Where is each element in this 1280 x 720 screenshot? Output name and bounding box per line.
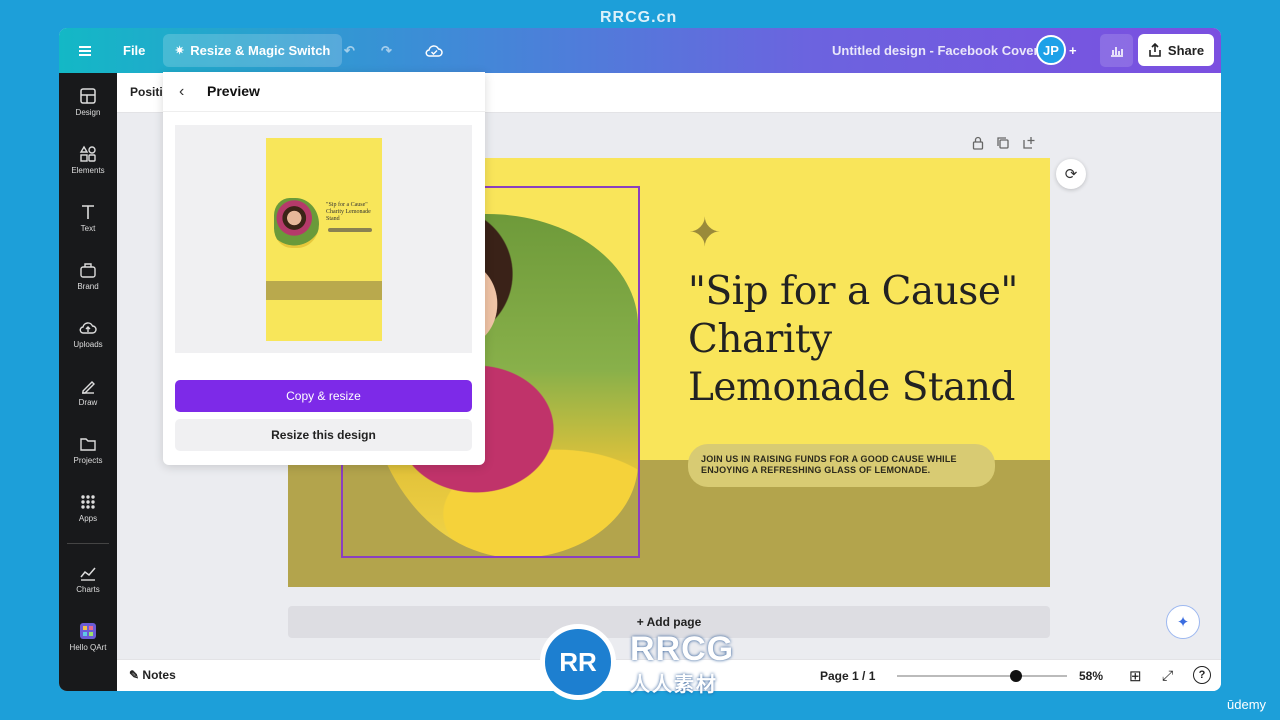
rail-label: Design — [75, 108, 101, 117]
rotate-icon[interactable]: ⟳ — [1056, 159, 1086, 189]
udemy-watermark: ūdemy — [1227, 697, 1267, 712]
thumbnail-headline: "Sip for a Cause" Charity Lemonade Stand — [326, 202, 371, 222]
insights-icon[interactable] — [1100, 34, 1133, 67]
rail-item-draw[interactable]: Draw — [59, 377, 117, 407]
rail-item-brand[interactable]: Brand — [59, 261, 117, 291]
menu-icon[interactable] — [79, 28, 97, 73]
rail-label: Text — [80, 224, 96, 233]
zoom-slider-handle[interactable] — [1010, 670, 1022, 682]
help-icon[interactable]: ? — [1193, 666, 1211, 684]
share-icon — [1149, 43, 1161, 57]
charts-icon — [80, 567, 96, 581]
avatar[interactable]: JP — [1036, 35, 1066, 65]
resize-magic-switch-button[interactable]: ✷ Resize & Magic Switch — [163, 34, 343, 67]
watermark-ring: RR — [540, 624, 616, 700]
top-bar: File ✷ Resize & Magic Switch ↶ ↷ Untitle… — [59, 28, 1221, 73]
copy-resize-button[interactable]: Copy & resize — [175, 380, 472, 412]
page-tools — [972, 136, 1036, 150]
undo-icon[interactable]: ↶ — [344, 28, 355, 73]
brand-icon — [80, 263, 96, 278]
watermark-logo-subtext: 人人素材 — [630, 674, 718, 696]
rail-label: Hello QArt — [69, 643, 107, 652]
watermark-logo-text: RRCG — [630, 630, 735, 668]
canva-window: File ✷ Resize & Magic Switch ↶ ↷ Untitle… — [59, 28, 1221, 691]
rail-label: Charts — [76, 585, 100, 594]
back-icon[interactable]: ‹ — [179, 83, 184, 101]
duplicate-page-icon[interactable] — [996, 136, 1010, 150]
watermark-logo: RR RRCG 人人素材 — [540, 624, 740, 702]
resize-magic-switch-label: Resize & Magic Switch — [190, 43, 331, 58]
crown-icon: ✷ — [175, 45, 185, 57]
draw-icon — [82, 381, 95, 394]
document-title[interactable]: Untitled design - Facebook Cover — [832, 28, 1039, 73]
rail-label: Apps — [78, 514, 98, 523]
rail-label: Elements — [71, 166, 105, 175]
rail-item-apps[interactable]: Apps — [59, 493, 117, 523]
add-page-icon[interactable] — [1022, 136, 1036, 150]
grid-view-icon[interactable]: ⊞ — [1129, 667, 1142, 685]
cloud-saved-icon[interactable] — [425, 28, 445, 73]
share-button[interactable]: Share — [1138, 34, 1214, 66]
thumbnail-subtext — [328, 228, 372, 232]
rail-item-text[interactable]: Text — [59, 203, 117, 233]
notes-icon: ✎ — [129, 668, 140, 682]
text-icon — [82, 205, 94, 219]
design-subtext[interactable]: JOIN US IN RAISING FUNDS FOR A GOOD CAUS… — [688, 444, 995, 487]
preview-thumbnail: "Sip for a Cause" Charity Lemonade Stand — [266, 138, 382, 341]
design-icon — [80, 88, 96, 104]
rail-item-hello-qart[interactable]: Hello QArt — [59, 622, 117, 652]
notes-label: Notes — [142, 668, 176, 682]
page-indicator[interactable]: Page 1 / 1 — [820, 669, 875, 683]
rail-item-design[interactable]: Design — [59, 87, 117, 117]
rail-label: Uploads — [73, 340, 103, 349]
uploads-icon — [79, 322, 97, 334]
share-label: Share — [1167, 42, 1205, 58]
thumbnail-photo — [274, 198, 319, 248]
rail-label: Draw — [78, 398, 98, 407]
elements-icon — [79, 145, 96, 162]
fullscreen-icon[interactable]: ⤢ — [1162, 667, 1173, 684]
lock-icon[interactable] — [972, 136, 984, 150]
side-rail: Design Elements Text Brand Uploads Draw … — [59, 73, 117, 691]
zoom-slider[interactable] — [897, 670, 1067, 682]
file-menu[interactable]: File — [123, 28, 145, 73]
projects-icon — [80, 438, 96, 451]
hello-qart-icon — [80, 623, 96, 639]
rail-item-uploads[interactable]: Uploads — [59, 319, 117, 349]
resize-this-design-button[interactable]: Resize this design — [175, 419, 472, 451]
rail-label: Projects — [73, 456, 103, 465]
preview-title: Preview — [207, 83, 260, 99]
rail-divider — [67, 543, 109, 544]
design-headline[interactable]: "Sip for a Cause" Charity Lemonade Stand — [688, 268, 1028, 412]
rail-item-projects[interactable]: Projects — [59, 435, 117, 465]
preview-area: "Sip for a Cause" Charity Lemonade Stand — [175, 125, 472, 353]
magic-assistant-icon[interactable]: ✦ — [1166, 605, 1200, 639]
preview-panel: ‹ Preview "Sip for a Cause" Charity Lemo… — [163, 72, 485, 465]
rail-label: Brand — [77, 282, 99, 291]
notes-button[interactable]: ✎ Notes — [129, 668, 176, 682]
zoom-level[interactable]: 58% — [1079, 669, 1103, 683]
rail-item-elements[interactable]: Elements — [59, 145, 117, 175]
add-collaborator-icon[interactable]: + — [1069, 28, 1077, 73]
preview-header: ‹ Preview — [163, 72, 485, 112]
thumbnail-band — [266, 281, 382, 300]
sparkle-icon[interactable]: ✦ — [688, 213, 722, 253]
rail-item-charts[interactable]: Charts — [59, 564, 117, 594]
watermark-text: RRCG.cn — [600, 9, 678, 26]
redo-icon[interactable]: ↷ — [381, 28, 392, 73]
apps-icon — [81, 495, 95, 509]
